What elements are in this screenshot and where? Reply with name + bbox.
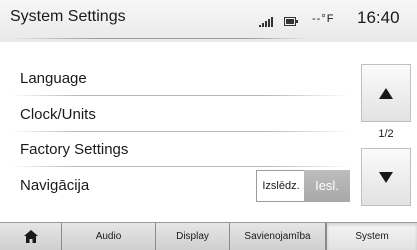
arrow-up-icon — [379, 87, 393, 99]
tab-system[interactable]: System — [326, 223, 417, 250]
signal-icon — [259, 17, 273, 27]
header-divider — [8, 38, 308, 39]
bottom-tab-bar: Audio Display Savienojamība System — [0, 222, 417, 250]
arrow-down-icon — [379, 171, 393, 183]
toggle-off-option[interactable]: Izslēdz. — [256, 170, 306, 202]
navigation-toggle[interactable]: Izslēdz. Iesl. — [256, 170, 350, 202]
tab-label: Display — [176, 231, 209, 242]
tab-label: System — [355, 231, 389, 242]
home-icon — [23, 229, 38, 243]
menu-item-label: Factory Settings — [20, 141, 129, 158]
page-title: System Settings — [10, 8, 126, 25]
tab-connectivity[interactable]: Savienojamība — [230, 223, 326, 250]
tab-label: Savienojamība — [244, 231, 311, 242]
tab-home[interactable] — [0, 223, 62, 250]
menu-item-clock-units[interactable]: Clock/Units — [10, 98, 350, 132]
tab-label: Audio — [95, 231, 122, 242]
menu-item-label: Language — [20, 70, 87, 87]
page-indicator: 1/2 — [378, 128, 394, 140]
menu-item-label: Navigācija — [20, 177, 90, 194]
row-divider — [10, 166, 350, 167]
row-divider — [10, 95, 350, 96]
toggle-on-option[interactable]: Iesl. — [304, 170, 350, 202]
scroll-down-button[interactable] — [361, 148, 411, 206]
tab-audio[interactable]: Audio — [62, 223, 156, 250]
tab-display[interactable]: Display — [156, 223, 230, 250]
menu-item-language[interactable]: Language — [10, 62, 350, 96]
temperature-readout: --°F — [312, 13, 335, 25]
clock: 16:40 — [357, 8, 400, 27]
menu-item-label: Clock/Units — [20, 106, 96, 123]
status-bar: System Settings --°F 16:40 — [0, 0, 417, 42]
scroll-up-button[interactable] — [361, 64, 411, 122]
battery-icon — [284, 17, 298, 26]
row-divider — [10, 131, 350, 132]
menu-item-factory-settings[interactable]: Factory Settings — [10, 133, 350, 167]
